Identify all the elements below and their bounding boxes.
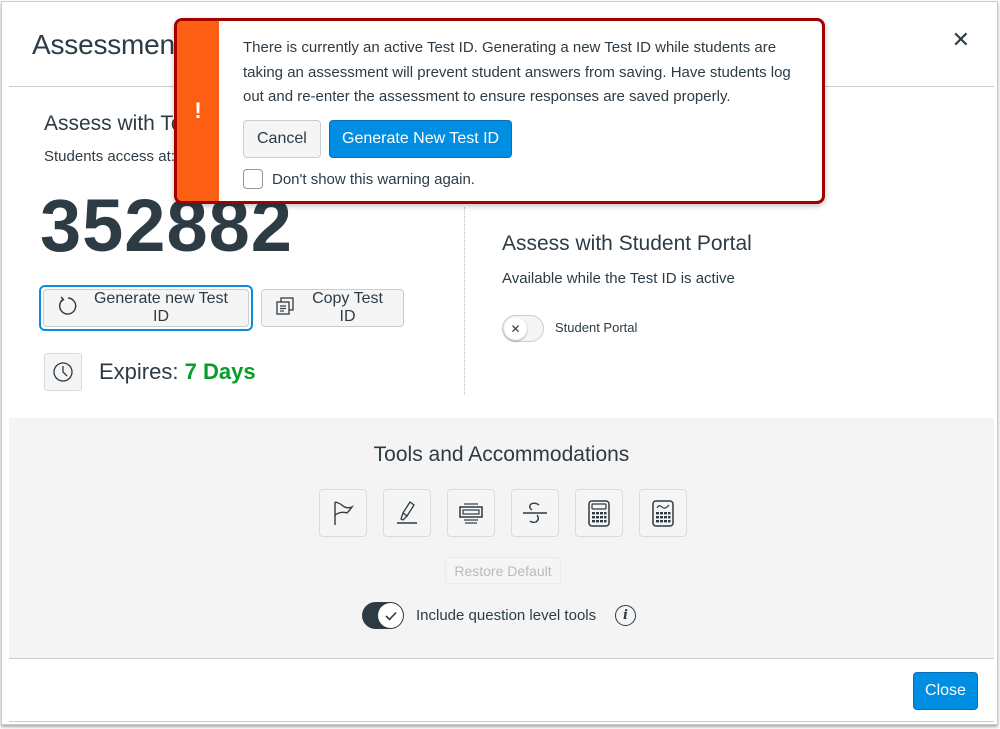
close-button[interactable]: Close [913, 672, 978, 710]
dont-show-again: Don't show this warning again. [243, 169, 475, 189]
student-portal-subtext: Available while the Test ID is active [502, 270, 735, 287]
generate-new-test-id-confirm-button[interactable]: Generate New Test ID [329, 120, 513, 158]
flag-icon [334, 501, 355, 525]
line-reader-icon [459, 503, 483, 524]
expires-label: Expires: [99, 359, 179, 384]
student-portal-toggle[interactable]: ✕ [502, 315, 544, 342]
expires-value: 7 Days [184, 359, 256, 384]
strikethrough-tool-button[interactable] [511, 489, 559, 537]
expires-text: Expires: 7 Days [99, 359, 256, 385]
modal-title: Assessment [32, 29, 183, 60]
student-portal-heading: Assess with Student Portal [502, 232, 752, 255]
calculator-icon [588, 500, 610, 527]
scientific-calculator-tool-button[interactable] [639, 489, 687, 537]
generate-new-test-id-button[interactable]: Generate new Test ID [43, 289, 249, 327]
student-portal-label: Student Portal [555, 320, 638, 335]
scientific-calculator-icon [652, 500, 674, 527]
calculator-tool-button[interactable] [575, 489, 623, 537]
copy-test-id-button[interactable]: Copy Test ID [261, 289, 404, 327]
strikethrough-icon [523, 502, 547, 524]
line-reader-tool-button[interactable] [447, 489, 495, 537]
tools-title: Tools and Accommodations [373, 443, 630, 466]
cancel-button[interactable]: Cancel [243, 120, 321, 158]
student-portal-section: Assess with Student Portal Available whi… [502, 232, 752, 287]
checkmark-icon [378, 603, 403, 628]
copy-label: Copy Test ID [312, 290, 383, 325]
tools-section: Tools and Accommodations Restore Default [9, 418, 994, 659]
tool-row [319, 489, 687, 537]
flag-tool-button[interactable] [319, 489, 367, 537]
clock-icon [44, 353, 82, 391]
dont-show-again-checkbox[interactable] [243, 169, 263, 189]
x-icon: ✕ [504, 317, 527, 340]
highlighter-tool-button[interactable] [383, 489, 431, 537]
warning-icon: ! [177, 21, 219, 201]
include-question-tools-toggle[interactable] [362, 602, 404, 629]
include-question-tools-label: Include question level tools [416, 607, 597, 624]
footer-divider [9, 721, 994, 722]
info-icon[interactable]: i [615, 605, 636, 626]
highlighter-icon [397, 501, 417, 524]
copy-icon [274, 295, 296, 322]
dont-show-again-label: Don't show this warning again. [272, 170, 475, 188]
warning-popover: ! There is currently an active Test ID. … [174, 18, 825, 204]
refresh-icon [56, 295, 78, 322]
generate-label: Generate new Test ID [93, 290, 228, 325]
section-divider [464, 207, 465, 395]
restore-default-button[interactable]: Restore Default [445, 557, 561, 584]
close-icon[interactable]: ✕ [952, 29, 970, 51]
warning-message: There is currently an active Test ID. Ge… [243, 39, 791, 105]
